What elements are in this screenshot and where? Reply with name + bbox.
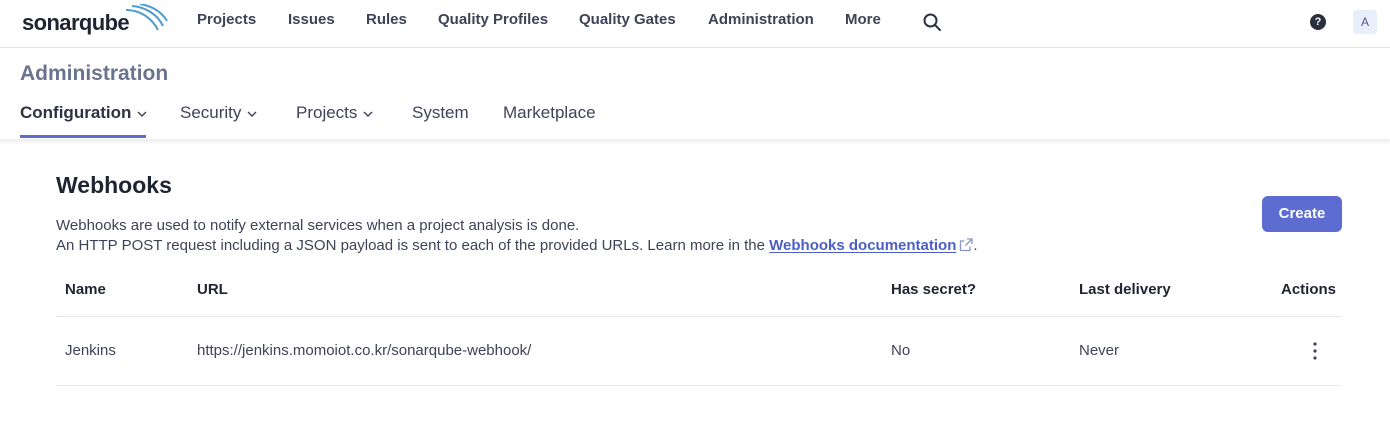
column-header-has-secret: Has secret? (891, 281, 977, 298)
table-row-divider (56, 385, 1342, 386)
column-header-actions: Actions (1281, 281, 1337, 298)
webhooks-documentation-link[interactable]: Webhooks documentation (769, 237, 974, 254)
tab-system[interactable]: System (412, 103, 469, 123)
help-icon[interactable]: ? (1310, 14, 1326, 30)
user-avatar[interactable]: A (1353, 10, 1377, 34)
page-title: Administration (20, 62, 169, 85)
doc-link-label: Webhooks documentation (769, 237, 957, 254)
logo-waves-icon (125, 4, 168, 31)
tab-label: Security (180, 103, 242, 122)
administration-header: Administration Configuration Security Pr… (0, 48, 1390, 140)
webhooks-title: Webhooks (56, 172, 172, 198)
nav-quality-gates[interactable]: Quality Gates (579, 11, 676, 28)
table-header-divider (56, 316, 1342, 317)
column-header-url: URL (197, 281, 228, 298)
top-navigation: sonarqube Projects Issues Rules Quality … (0, 0, 1390, 48)
webhook-last-delivery: Never (1079, 342, 1120, 359)
tab-security[interactable]: Security (180, 103, 257, 123)
nav-more[interactable]: More (845, 11, 881, 28)
column-header-name: Name (65, 281, 106, 298)
nav-issues[interactable]: Issues (288, 11, 335, 28)
nav-administration[interactable]: Administration (708, 11, 814, 28)
chevron-down-icon (247, 111, 257, 117)
description-text: An HTTP POST request including a JSON pa… (56, 237, 770, 254)
tab-configuration[interactable]: Configuration (20, 103, 147, 123)
tab-marketplace[interactable]: Marketplace (503, 103, 596, 123)
nav-quality-profiles[interactable]: Quality Profiles (438, 11, 548, 28)
webhook-name: Jenkins (65, 342, 116, 359)
tab-projects[interactable]: Projects (296, 103, 373, 123)
external-link-icon (960, 238, 974, 252)
active-tab-indicator (20, 135, 146, 138)
row-actions-menu-icon[interactable] (1306, 341, 1324, 361)
nav-rules[interactable]: Rules (366, 11, 407, 28)
column-header-last-delivery: Last delivery (1079, 281, 1171, 298)
webhooks-description: Webhooks are used to notify external ser… (56, 217, 580, 234)
tab-label: Projects (296, 103, 358, 122)
description-suffix: . (973, 237, 978, 254)
chevron-down-icon (363, 111, 373, 117)
webhooks-description-more: An HTTP POST request including a JSON pa… (56, 237, 978, 254)
search-icon[interactable] (922, 12, 942, 32)
nav-projects[interactable]: Projects (197, 11, 256, 28)
webhook-has-secret: No (891, 342, 911, 359)
tab-label: System (412, 103, 469, 122)
sonarqube-logo[interactable]: sonarqube (22, 4, 168, 40)
create-webhook-button[interactable]: Create (1262, 196, 1342, 232)
chevron-down-icon (137, 111, 147, 117)
logo-text: sonarqube (22, 10, 130, 35)
tab-label: Marketplace (503, 103, 596, 122)
webhook-url: https://jenkins.momoiot.co.kr/sonarqube-… (197, 342, 532, 359)
tab-label: Configuration (20, 103, 132, 122)
